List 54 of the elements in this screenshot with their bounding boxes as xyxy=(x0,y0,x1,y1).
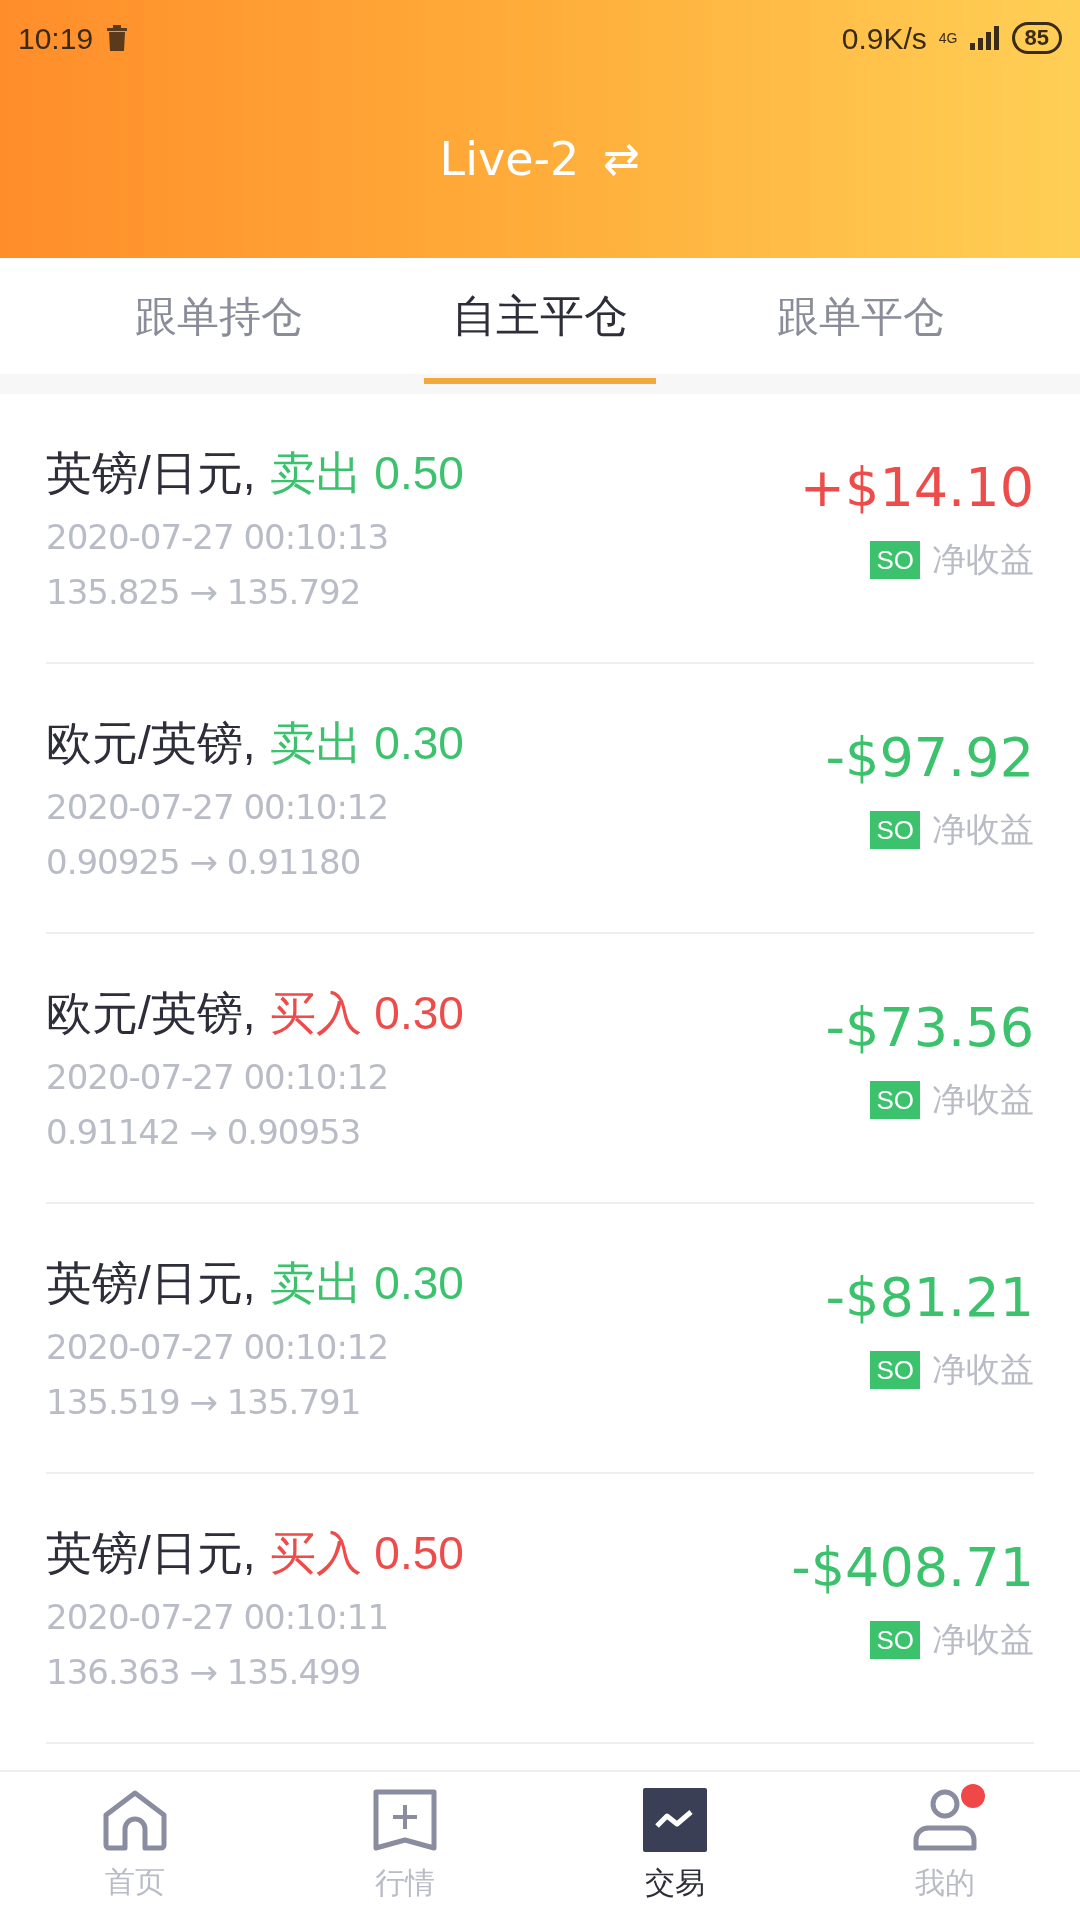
price-range: 0.90925 → 0.91180 xyxy=(46,840,362,884)
net-amount: -$97.92 xyxy=(825,725,1034,791)
network-speed: 0.9K/s xyxy=(841,20,927,57)
trade-time: 2020-07-27 00:10:12 xyxy=(46,1055,390,1099)
battery-level: 85 xyxy=(1011,22,1062,54)
trade-time: 2020-07-27 00:10:12 xyxy=(46,785,390,829)
price-range: 135.519 → 135.791 xyxy=(46,1380,362,1424)
net-amount: -$73.56 xyxy=(825,995,1034,1061)
net-profit-label: 净收益 xyxy=(932,1079,1034,1120)
trade-side: 买入 0.30 xyxy=(269,985,464,1041)
trade-side: 卖出 0.30 xyxy=(269,715,464,771)
currency-pair: 欧元/英镑, xyxy=(46,715,256,771)
currency-pair: 英镑/日元, xyxy=(46,445,256,501)
net-profit-label: 净收益 xyxy=(932,809,1034,850)
currency-pair: 英镑/日元, xyxy=(46,1525,256,1581)
net-profit-label: 净收益 xyxy=(932,1349,1034,1390)
net-amount: -$408.71 xyxy=(791,1535,1034,1601)
net-amount: -$81.21 xyxy=(825,1265,1034,1331)
net-profit-label: 净收益 xyxy=(932,539,1034,580)
trade-time: 2020-07-27 00:10:12 xyxy=(46,1325,390,1369)
nav-tab[interactable]: 行情 xyxy=(325,1787,485,1905)
tag: SO xyxy=(870,1620,920,1659)
nav-tab[interactable]: 首页 xyxy=(55,1788,215,1904)
tab[interactable]: 跟单持仓 xyxy=(106,248,331,384)
switch-account-button[interactable]: ⇄ xyxy=(603,126,641,192)
tag: SO xyxy=(870,810,920,849)
nav-tab[interactable]: 我的 xyxy=(865,1787,1025,1905)
bookmark-plus-icon xyxy=(372,1787,438,1852)
nav-tab[interactable]: 交易 xyxy=(595,1787,755,1905)
trade-side: 买入 0.50 xyxy=(269,1525,464,1581)
signal-icon xyxy=(969,26,1000,50)
tag: SO xyxy=(870,1350,920,1389)
network-type: 4G xyxy=(938,31,958,45)
trade-time: 2020-07-27 00:10:11 xyxy=(46,1595,390,1639)
currency-pair: 欧元/英镑, xyxy=(46,985,256,1041)
trade-side: 卖出 0.50 xyxy=(269,445,464,501)
price-range: 135.825 → 135.792 xyxy=(46,570,362,614)
net-profit-label: 净收益 xyxy=(932,1619,1034,1660)
account-title: Live-2 xyxy=(439,130,580,188)
price-range: 136.363 → 135.499 xyxy=(46,1650,362,1694)
price-range: 0.91142 → 0.90953 xyxy=(46,1110,362,1154)
chart-icon xyxy=(643,1787,707,1852)
tag: SO xyxy=(870,1080,920,1119)
trash-icon xyxy=(105,24,130,52)
net-amount: +$14.10 xyxy=(799,455,1034,521)
tab[interactable]: 自主平仓 xyxy=(424,248,656,384)
tab[interactable]: 跟单平仓 xyxy=(749,248,974,384)
tag: SO xyxy=(870,540,920,579)
home-icon xyxy=(102,1788,168,1851)
person-icon xyxy=(912,1787,978,1852)
currency-pair: 英镑/日元, xyxy=(46,1255,256,1311)
trade-side: 卖出 0.30 xyxy=(269,1255,464,1311)
status-time: 10:19 xyxy=(18,20,94,57)
trade-time: 2020-07-27 00:10:13 xyxy=(46,515,390,559)
